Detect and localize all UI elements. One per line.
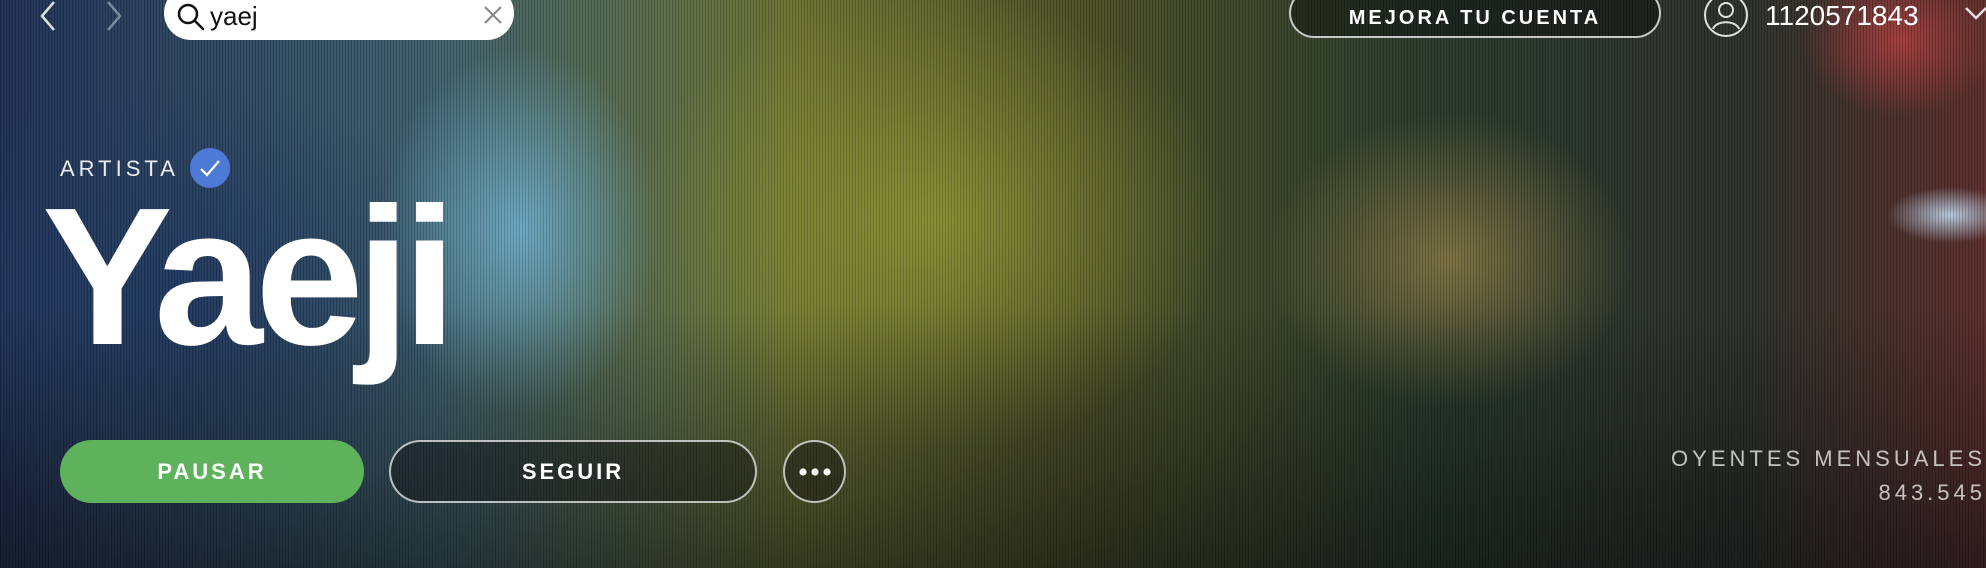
follow-button[interactable]: SEGUIR xyxy=(389,440,757,503)
close-icon[interactable] xyxy=(482,4,504,26)
more-icon xyxy=(798,467,831,476)
forward-button[interactable] xyxy=(100,0,130,32)
username[interactable]: 1120571843 xyxy=(1765,0,1919,32)
search-icon xyxy=(177,3,205,31)
back-button[interactable] xyxy=(32,0,62,32)
artist-name: Yaeji xyxy=(42,167,457,386)
upgrade-account-label: MEJORA TU CUENTA xyxy=(1348,6,1602,29)
user-icon[interactable] xyxy=(1703,0,1749,38)
monthly-listeners-count: 843.545 xyxy=(1878,480,1986,505)
monthly-listeners: OYENTES MENSUALES 843.545 xyxy=(1671,442,1986,510)
monthly-listeners-label: OYENTES MENSUALES xyxy=(1671,446,1986,471)
upgrade-account-button[interactable]: MEJORA TU CUENTA xyxy=(1289,0,1661,38)
chevron-left-icon xyxy=(40,1,55,31)
chevron-right-icon xyxy=(107,1,122,31)
pause-button[interactable]: PAUSAR xyxy=(60,440,364,503)
search-input[interactable] xyxy=(210,0,460,32)
more-options-button[interactable] xyxy=(783,440,846,503)
chevron-down-icon[interactable] xyxy=(1962,2,1986,26)
search-box[interactable] xyxy=(164,0,514,40)
